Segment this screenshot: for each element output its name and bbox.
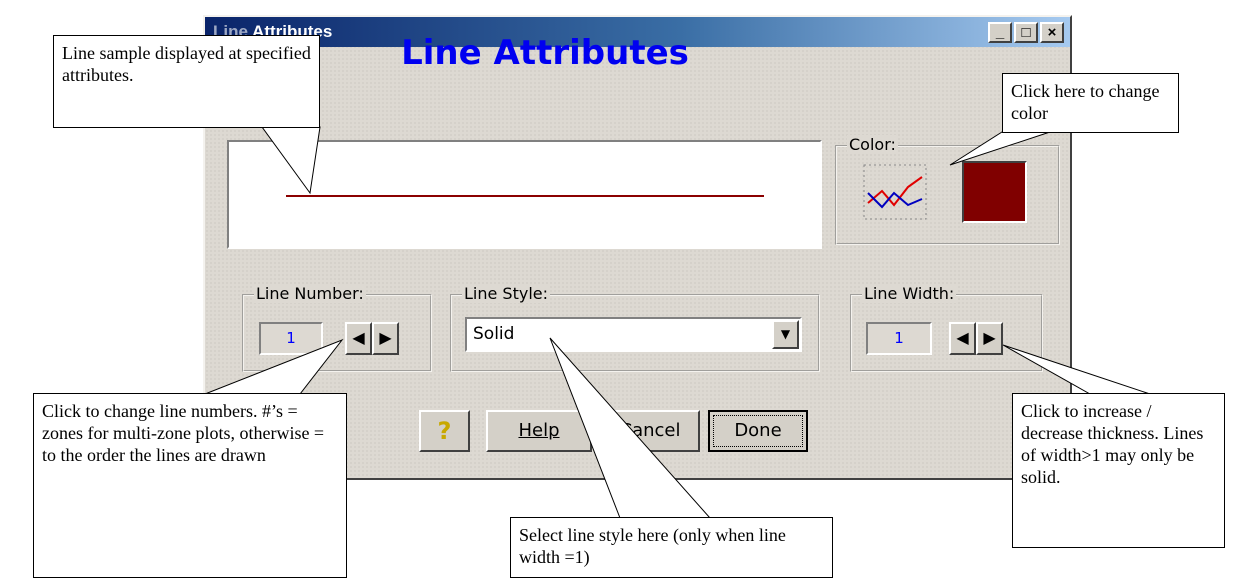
callout-line-number: Click to change line numbers. #’s = zone… — [33, 393, 347, 578]
callout-color: Click here to change color — [1002, 73, 1179, 133]
callout-line-width: Click to increase / decrease thickness. … — [1012, 393, 1225, 548]
callout-sample: Line sample displayed at specified attri… — [53, 35, 320, 128]
callout-line-style: Select line style here (only when line w… — [510, 517, 833, 578]
